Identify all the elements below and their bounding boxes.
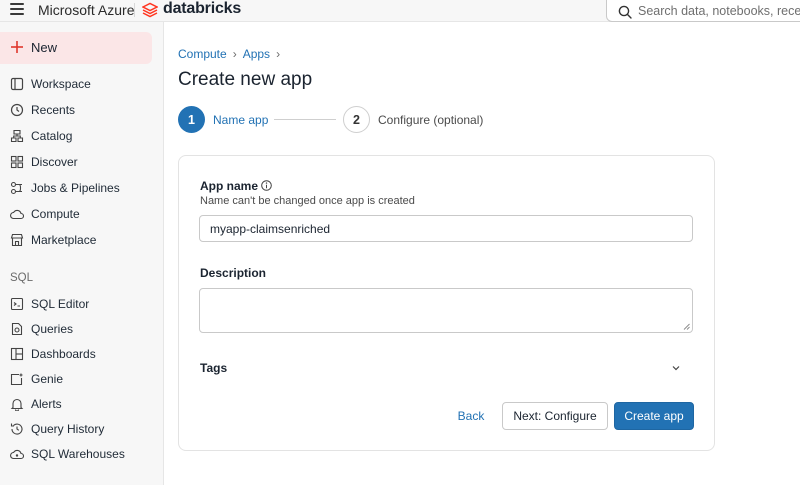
search-icon xyxy=(618,5,632,19)
breadcrumb: Compute › Apps › xyxy=(178,47,286,61)
sidebar-item-sql-editor[interactable]: SQL Editor xyxy=(0,294,164,316)
catalog-icon xyxy=(10,129,24,143)
jobs-icon xyxy=(10,181,22,195)
sql-editor-icon xyxy=(10,297,24,311)
sidebar-item-compute[interactable]: Compute xyxy=(0,204,164,226)
warehouse-icon xyxy=(10,449,24,460)
breadcrumb-compute-link[interactable]: Compute xyxy=(178,47,227,61)
cloud-icon xyxy=(10,209,24,220)
menu-icon[interactable] xyxy=(10,3,24,15)
app-name-help: Name can't be changed once app is create… xyxy=(200,195,415,207)
sidebar-item-query-history[interactable]: Query History xyxy=(0,419,164,441)
sidebar-item-recents[interactable]: Recents xyxy=(0,100,164,122)
sidebar-item-catalog[interactable]: Catalog xyxy=(0,126,164,148)
app-name-label: App name xyxy=(200,179,259,193)
global-search-input[interactable]: Search data, notebooks, recents xyxy=(606,0,800,22)
info-icon[interactable] xyxy=(261,180,272,191)
databricks-brand: databricks xyxy=(163,0,242,17)
sidebar-item-sql-warehouses[interactable]: SQL Warehouses xyxy=(0,444,164,466)
sidebar-item-label: Catalog xyxy=(31,129,73,143)
sidebar-section-sql: SQL xyxy=(10,272,34,284)
back-button[interactable]: Back xyxy=(447,402,495,430)
bell-icon xyxy=(10,398,24,411)
next-configure-button[interactable]: Next: Configure xyxy=(502,402,608,430)
sidebar-item-label: Queries xyxy=(31,322,74,336)
breadcrumb-apps-link[interactable]: Apps xyxy=(243,47,270,61)
history-icon xyxy=(10,423,23,435)
sidebar-item-label: SQL Editor xyxy=(31,297,90,311)
sidebar-item-dashboards[interactable]: Dashboards xyxy=(0,344,164,366)
new-button-label: New xyxy=(31,40,58,55)
create-app-form: App name Name can't be changed once app … xyxy=(178,155,715,451)
chevron-down-icon[interactable] xyxy=(671,363,681,373)
tags-label[interactable]: Tags xyxy=(200,361,227,375)
sidebar: New Workspace Recents Catalog Discover J… xyxy=(0,22,164,485)
new-button[interactable]: New xyxy=(0,32,152,64)
databricks-logo-icon[interactable] xyxy=(142,2,158,18)
description-label: Description xyxy=(200,266,267,280)
brand-divider xyxy=(134,3,135,17)
sidebar-item-genie[interactable]: Genie xyxy=(0,369,164,391)
create-app-button[interactable]: Create app xyxy=(614,402,694,430)
clock-icon xyxy=(10,103,24,117)
app-name-value: myapp-claimsenriched xyxy=(210,222,331,236)
queries-icon xyxy=(11,322,23,336)
resize-handle-icon[interactable] xyxy=(683,323,690,330)
sidebar-item-queries[interactable]: Queries xyxy=(0,319,164,341)
sidebar-item-alerts[interactable]: Alerts xyxy=(0,394,164,416)
azure-brand: Microsoft Azure xyxy=(38,2,135,18)
sidebar-item-workspace[interactable]: Workspace xyxy=(0,74,164,96)
grid-icon xyxy=(10,155,24,169)
app-name-input[interactable]: myapp-claimsenriched xyxy=(199,215,693,242)
sidebar-item-label: Genie xyxy=(31,372,64,386)
sidebar-item-label: Recents xyxy=(31,103,76,117)
page-title: Create new app xyxy=(178,69,313,90)
sidebar-item-label: Alerts xyxy=(31,397,62,411)
breadcrumb-separator: › xyxy=(276,47,281,61)
marketplace-icon xyxy=(10,233,24,247)
description-textarea[interactable] xyxy=(199,288,693,333)
step-2-indicator[interactable]: 2 xyxy=(343,106,370,133)
sidebar-item-label: SQL Warehouses xyxy=(31,447,125,461)
top-bar: Microsoft Azure databricks Search data, … xyxy=(0,0,800,22)
search-placeholder: Search data, notebooks, recents xyxy=(638,4,800,18)
step-connector xyxy=(274,119,336,120)
genie-icon xyxy=(10,372,24,386)
step-2-label[interactable]: Configure (optional) xyxy=(378,113,483,127)
sidebar-item-jobs-pipelines[interactable]: Jobs & Pipelines xyxy=(0,178,164,200)
sidebar-item-label: Workspace xyxy=(31,77,91,91)
sidebar-item-label: Discover xyxy=(31,155,78,169)
stepper: 1 Name app 2 Configure (optional) xyxy=(178,106,498,134)
sidebar-item-discover[interactable]: Discover xyxy=(0,152,164,174)
sidebar-item-label: Marketplace xyxy=(31,233,97,247)
workspace-icon xyxy=(10,77,24,91)
sidebar-item-label: Jobs & Pipelines xyxy=(31,181,120,195)
sidebar-item-label: Compute xyxy=(31,207,80,221)
step-1-label: Name app xyxy=(213,113,269,127)
sidebar-item-label: Query History xyxy=(31,422,105,436)
sidebar-item-marketplace[interactable]: Marketplace xyxy=(0,230,164,252)
sidebar-item-label: Dashboards xyxy=(31,347,96,361)
dashboards-icon xyxy=(10,347,24,361)
breadcrumb-separator: › xyxy=(232,47,237,61)
step-1-indicator: 1 xyxy=(178,106,205,133)
plus-icon xyxy=(11,41,23,53)
